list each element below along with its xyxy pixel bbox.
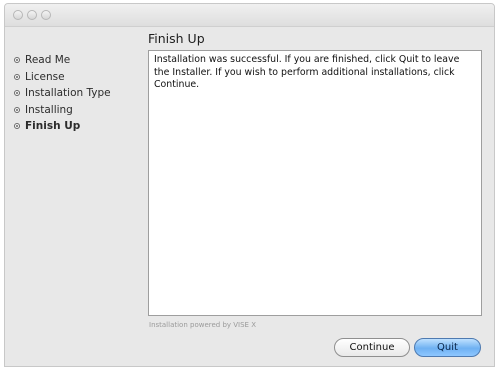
close-button[interactable] <box>13 10 23 20</box>
title-bar <box>5 4 494 27</box>
sidebar-item-label: Read Me <box>25 54 71 67</box>
step-bullet-icon <box>14 73 20 80</box>
sidebar-item-label: Installation Type <box>25 87 111 100</box>
quit-button[interactable]: Quit <box>414 338 481 357</box>
completion-message: Installation was successful. If you are … <box>154 54 460 90</box>
zoom-button[interactable] <box>41 10 51 20</box>
sidebar-item-label: Installing <box>25 103 73 116</box>
sidebar-item-license: License <box>14 69 144 86</box>
step-bullet-icon <box>14 57 20 64</box>
step-bullet-icon <box>14 90 20 97</box>
continue-button[interactable]: Continue <box>334 338 410 357</box>
minimize-button[interactable] <box>27 10 37 20</box>
step-bullet-icon <box>14 106 20 113</box>
step-bullet-icon <box>14 123 20 130</box>
page-title: Finish Up <box>148 31 205 46</box>
message-panel: Installation was successful. If you are … <box>148 50 482 316</box>
sidebar-item-read-me: Read Me <box>14 52 144 69</box>
powered-by-footer: Installation powered by VISE X <box>149 321 257 329</box>
sidebar-item-installing: Installing <box>14 102 144 119</box>
steps-sidebar: Read Me License Installation Type Instal… <box>14 52 144 135</box>
sidebar-item-installation-type: Installation Type <box>14 85 144 102</box>
sidebar-item-label: Finish Up <box>25 120 81 133</box>
sidebar-item-label: License <box>25 70 65 83</box>
sidebar-item-finish-up: Finish Up <box>14 118 144 135</box>
